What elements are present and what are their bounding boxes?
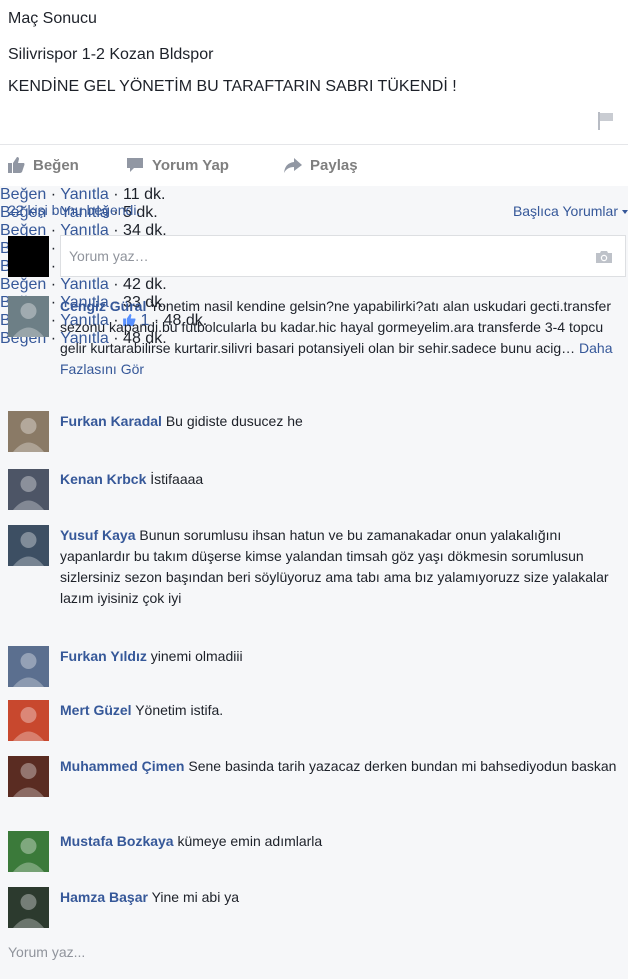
like-button[interactable]: Beğen (8, 146, 79, 184)
comment-button[interactable]: Yorum Yap (126, 146, 229, 184)
comment-body: Muhammed Çimen Sene basinda tarih yazaca… (60, 756, 620, 777)
share-arrow-icon (284, 157, 302, 173)
comment-reply-link[interactable]: Yanıtla (60, 276, 109, 293)
comment-button-label: Yorum Yap (152, 156, 229, 174)
comment-text: Sene basinda tarih yazacaz derken bundan… (188, 758, 617, 774)
commenter-name[interactable]: Furkan Karadal (60, 413, 162, 429)
commenter-name[interactable]: Mustafa Bozkaya (60, 833, 174, 849)
commenter-name[interactable]: Cengiz Güral (60, 298, 146, 314)
share-button[interactable]: Paylaş (284, 146, 358, 184)
comment-text: Bu gidiste dusucez he (165, 413, 303, 429)
comment-body: Kenan Krbck İstifaaaa (60, 469, 620, 490)
comment-body: Mert Güzel Yönetim istifa. (60, 700, 620, 721)
post-title: Maç Sonucu (8, 10, 97, 27)
commenter-avatar[interactable] (8, 525, 49, 566)
thumbs-up-icon (8, 157, 25, 173)
meta-separator: · (108, 276, 124, 293)
likes-summary[interactable]: 22 kişi bunu beğendi. (8, 202, 140, 218)
comment-text: yinemi olmadiii (150, 648, 243, 664)
comment-like-link[interactable]: Beğen (0, 186, 46, 203)
comment-sort-dropdown[interactable]: Başlıca Yorumlar (513, 203, 628, 219)
commenter-avatar[interactable] (8, 411, 49, 452)
commenter-name[interactable]: Muhammed Çimen (60, 758, 184, 774)
comment-meta: Beğen · Yanıtla · 42 dk. (0, 276, 628, 294)
commenter-name[interactable]: Hamza Başar (60, 889, 148, 905)
comment-input-placeholder: Yorum yaz… (69, 248, 149, 264)
commenter-name[interactable]: Yusuf Kaya (60, 527, 135, 543)
comment-timestamp[interactable]: 11 dk. (123, 186, 165, 203)
comment-text: Yönetim istifa. (135, 702, 224, 718)
meta-separator: · (108, 186, 124, 203)
comment-input[interactable]: Yorum yaz… (60, 235, 626, 277)
comments-section: 22 kişi bunu beğendi. Başlıca Yorumlar Y… (0, 186, 628, 979)
commenter-avatar[interactable] (8, 296, 49, 337)
commenter-name[interactable]: Furkan Yıldız (60, 648, 147, 664)
comment-body: Furkan Yıldız yinemi olmadiii (60, 646, 620, 667)
commenter-avatar[interactable] (8, 700, 49, 741)
commenter-avatar[interactable] (8, 469, 49, 510)
post-actions: Beğen Yorum Yap Paylaş (0, 146, 628, 184)
comment-reply-link[interactable]: Yanıtla (60, 186, 109, 203)
commenter-name[interactable]: Kenan Krbck (60, 471, 146, 487)
comment-text: İstifaaaa (150, 471, 204, 487)
meta-separator: · (46, 186, 61, 203)
comment-body: Yusuf Kaya Bunun sorumlusu ihsan hatun v… (60, 525, 620, 609)
post-score-line: Silivrispor 1-2 Kozan Bldspor (8, 46, 214, 63)
camera-icon[interactable] (595, 250, 613, 264)
comment-body: Mustafa Bozkaya kümeye emin adımlarla (60, 831, 620, 852)
current-user-avatar (8, 236, 49, 277)
share-button-label: Paylaş (310, 156, 358, 174)
commenter-avatar[interactable] (8, 756, 49, 797)
caret-down-icon (622, 210, 628, 215)
comment-text: Bunun sorumlusu ihsan hatun ve bu zamana… (60, 527, 609, 606)
commenter-avatar[interactable] (8, 646, 49, 687)
comment-body: Cengiz Güral Yonetim nasil kendine gelsi… (60, 296, 620, 380)
report-flag-icon[interactable] (598, 112, 614, 130)
comment-timestamp[interactable]: 42 dk. (123, 276, 167, 293)
comment-body: Furkan Karadal Bu gidiste dusucez he (60, 411, 620, 432)
post-message: KENDİNE GEL YÖNETİM BU TARAFTARIN SABRI … (8, 78, 457, 95)
meta-separator: · (46, 276, 61, 293)
comment-bubble-icon (126, 157, 144, 173)
like-button-label: Beğen (33, 156, 79, 174)
commenter-name[interactable]: Mert Güzel (60, 702, 132, 718)
divider (0, 144, 628, 145)
commenter-avatar[interactable] (8, 831, 49, 872)
comment-sort-label: Başlıca Yorumlar (512, 203, 618, 219)
comment-text: kümeye emin adımlarla (177, 833, 323, 849)
comment-body: Hamza Başar Yine mi abi ya (60, 887, 620, 908)
comment-like-link[interactable]: Beğen (0, 276, 46, 293)
comment-text: Yine mi abi ya (151, 889, 239, 905)
commenter-avatar[interactable] (8, 887, 49, 928)
bottom-comment-input[interactable]: Yorum yaz... (8, 944, 85, 960)
